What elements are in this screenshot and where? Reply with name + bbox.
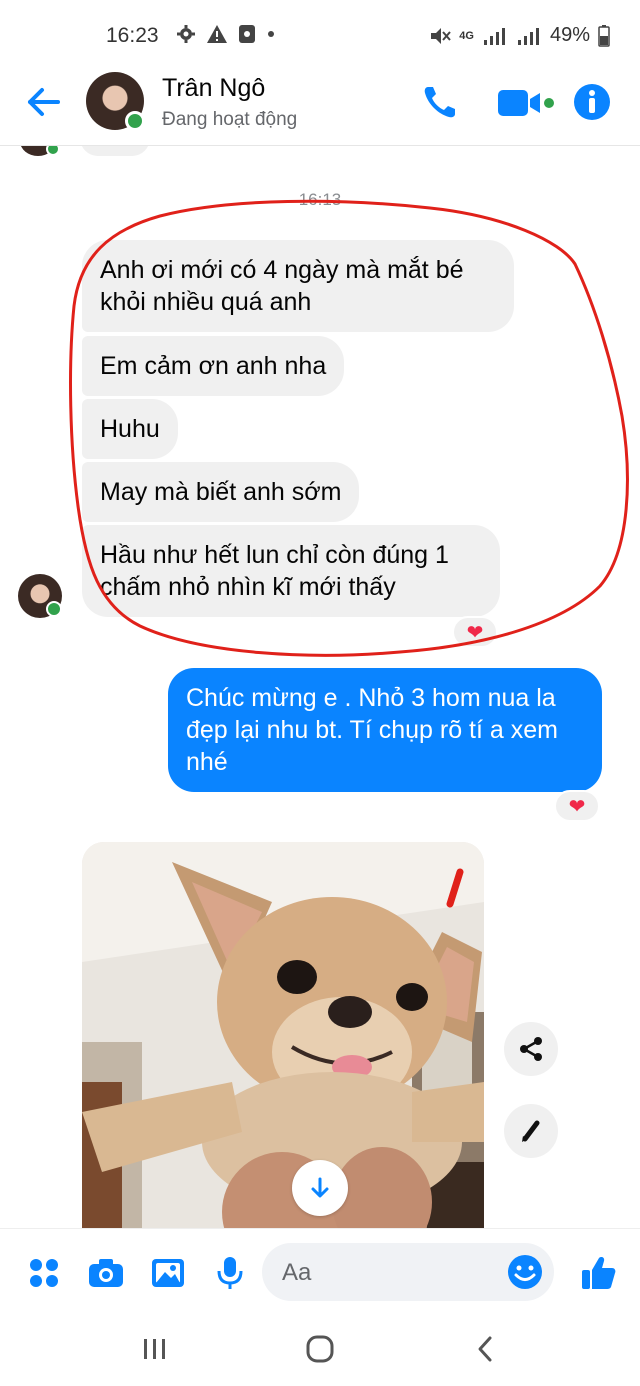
signal-icon: [483, 27, 505, 45]
phone-call-icon[interactable]: [420, 82, 460, 122]
system-navigation-bar: [0, 1316, 640, 1386]
share-button[interactable]: [504, 1022, 558, 1076]
pencil-icon: [522, 1120, 540, 1142]
message-composer: Aa: [0, 1228, 640, 1316]
contact-name[interactable]: Trân Ngô: [162, 74, 265, 103]
message-list[interactable]: 16:13 Anh ơi mới có 4 ngày mà mắt bé khỏ…: [0, 146, 640, 1228]
share-icon: [520, 1037, 542, 1061]
message-reaction[interactable]: ❤: [554, 790, 600, 822]
recent-apps-icon[interactable]: [140, 1334, 170, 1364]
emoji-icon[interactable]: [506, 1253, 544, 1291]
message-reaction[interactable]: ❤: [452, 616, 498, 648]
back-arrow-icon[interactable]: [24, 82, 64, 122]
status-system-icons: 4G 49%: [429, 24, 610, 47]
incoming-message[interactable]: Em cảm ơn anh nha: [82, 336, 345, 396]
incoming-message[interactable]: May mà biết anh sớm: [82, 462, 360, 522]
presence-status: Đang hoạt động: [162, 109, 298, 130]
online-indicator: [125, 111, 145, 131]
message-text: May mà biết anh sớm: [100, 478, 342, 506]
status-time: 16:23: [106, 24, 159, 47]
home-icon[interactable]: [304, 1334, 336, 1364]
info-icon[interactable]: [572, 82, 612, 122]
heart-icon: ❤: [568, 795, 586, 818]
image-icon: [152, 1259, 184, 1287]
message-text: Anh ơi mới có 4 ngày mà mắt bé khỏi nhiề…: [100, 256, 464, 316]
app-notification-icon: [239, 25, 255, 43]
online-indicator: [46, 601, 62, 617]
battery-icon: [598, 24, 610, 47]
message-input-placeholder: Aa: [282, 1259, 312, 1286]
camera-icon: [89, 1259, 123, 1287]
status-bar: 16:23 4G 49%: [0, 0, 640, 68]
four-dots-icon: [30, 1259, 58, 1287]
message-input[interactable]: Aa: [262, 1243, 554, 1301]
mute-icon: [431, 27, 452, 44]
status-notification-icons: [176, 24, 276, 44]
gear-icon: [177, 25, 195, 43]
gallery-button[interactable]: [148, 1253, 188, 1293]
heart-icon: ❤: [466, 621, 484, 644]
dot-icon: [268, 31, 274, 37]
outgoing-message[interactable]: Chúc mừng e . Nhỏ 3 hom nua la đẹp lại n…: [168, 668, 602, 792]
message-text: Em cảm ơn anh nha: [100, 352, 327, 380]
warning-icon: [207, 25, 227, 43]
previous-message-bubble[interactable]: [80, 146, 150, 156]
download-button[interactable]: [292, 1160, 348, 1216]
like-button[interactable]: [578, 1253, 618, 1293]
video-call-icon[interactable]: [496, 86, 556, 120]
dog-photo: [82, 842, 484, 1228]
edit-button[interactable]: [504, 1104, 558, 1158]
message-text: Huhu: [100, 415, 160, 443]
camera-button[interactable]: [86, 1253, 126, 1293]
incoming-message[interactable]: Hầu như hết lun chỉ còn đúng 1 chấm nhỏ …: [82, 525, 500, 617]
signal-icon-2: [517, 27, 539, 45]
incoming-message[interactable]: Huhu: [82, 399, 178, 459]
message-timestamp: 16:13: [298, 190, 342, 209]
microphone-icon: [217, 1257, 243, 1289]
thumbs-up-icon: [582, 1257, 616, 1289]
incoming-message[interactable]: Anh ơi mới có 4 ngày mà mắt bé khỏi nhiề…: [82, 240, 514, 332]
download-icon: [311, 1177, 329, 1198]
conversation-header: Trân Ngô Đang hoạt động: [0, 68, 640, 146]
message-text: Hầu như hết lun chỉ còn đúng 1 chấm nhỏ …: [100, 541, 449, 601]
menu-grid-button[interactable]: [24, 1253, 64, 1293]
voice-button[interactable]: [210, 1253, 250, 1293]
photo-message[interactable]: [82, 842, 484, 1228]
message-text: Chúc mừng e . Nhỏ 3 hom nua la đẹp lại n…: [186, 684, 558, 776]
online-indicator: [46, 146, 60, 156]
battery-percent: 49%: [549, 24, 590, 46]
back-icon[interactable]: [474, 1334, 498, 1364]
network-type: 4G: [459, 29, 474, 42]
